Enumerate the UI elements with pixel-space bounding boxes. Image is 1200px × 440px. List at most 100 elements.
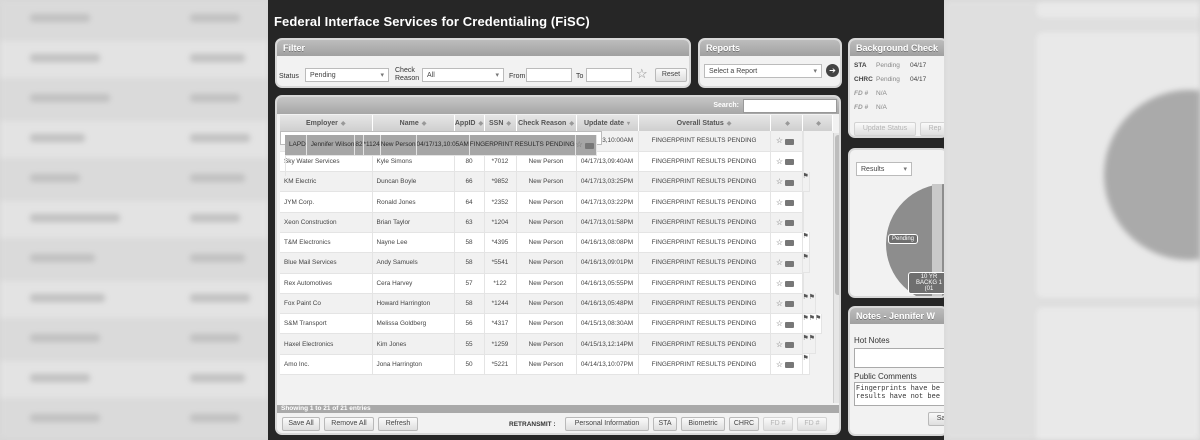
status-select[interactable]: Pending ▾ [305,68,389,82]
flag-icon[interactable]: ⚑⚑⚑ [802,313,823,334]
id-card-icon[interactable] [785,220,795,227]
results-select[interactable]: Results ▾ [856,162,912,176]
hot-notes-input[interactable] [854,348,944,368]
cell-appid: 56 [454,313,485,335]
col-ssn[interactable]: SSN ◆ [484,115,517,131]
id-card-icon[interactable] [785,138,795,145]
filter-panel: Filter Status Pending ▾ Check Reason All… [275,38,691,88]
report-select[interactable]: Select a Report ▾ [704,64,822,78]
table-row[interactable]: Haxel Electronics Kim Jones 55 *1259 New Per… [280,333,832,355]
table-row[interactable]: T&M Electronics Nayne Lee 58 *4395 New Perso… [280,232,832,254]
flag-icon[interactable] [802,191,804,213]
col-update-date[interactable]: Update date ▾ [576,115,639,131]
cell-name: Cera Harvey [372,273,455,294]
favorite-star-icon[interactable]: ☆ [776,319,783,328]
favorite-star-icon[interactable]: ☆ [776,218,783,227]
table-row[interactable]: Blue Mail Services Andy Samuels 58 *5541 New… [280,252,832,274]
id-card-icon[interactable] [785,321,795,328]
favorite-star-icon[interactable]: ☆ [776,340,783,349]
refresh-button[interactable]: Refresh [378,417,418,431]
flag-icon[interactable] [802,131,804,152]
id-card-icon[interactable] [785,301,795,308]
cell-update-date: 04/16/13,05:48PM [576,293,639,315]
public-comments-text: Fingerprints have be results have not be… [856,385,941,401]
col-actions[interactable]: ◆ [770,115,803,131]
cell-name: Kim Jones [372,333,455,355]
cell-appid: 63 [454,212,485,233]
cell-update-date: 04/17/13,10:05AM [416,135,470,156]
fd2-button[interactable]: FD # [797,417,827,431]
fd1-button[interactable]: FD # [763,417,793,431]
id-card-icon[interactable] [785,240,795,247]
favorite-star-icon[interactable]: ☆ [776,279,783,288]
biometric-button[interactable]: Biometric [681,417,725,431]
cell-check-reason: New Person [516,232,577,254]
favorite-star-icon[interactable]: ☆ [776,258,783,267]
col-overall-status[interactable]: Overall Status ◆ [638,115,771,131]
table-row[interactable]: LAPD Jennifer Wilson 82 *1124 New Person 04/1… [280,131,602,177]
cell-employer: T&M Electronics [280,232,373,254]
table-row[interactable]: Amo Inc. Jona Harrington 50 *5221 New Person… [280,354,832,376]
flag-icon[interactable]: ⚑⚑ [802,333,817,355]
go-arrow-icon[interactable]: ➔ [826,64,839,77]
cell-check-reason: New Person [516,313,577,335]
id-card-icon[interactable] [785,260,795,267]
flag-icon[interactable] [285,155,286,177]
cell-update-date: 04/17/13,01:58PM [576,212,639,233]
table-row[interactable]: Rex Automotives Cera Harvey 57 *122 New Pers… [280,273,832,294]
favorite-star-icon[interactable]: ☆ [776,238,783,247]
flag-icon[interactable]: ⚑ [802,252,810,274]
flag-icon[interactable]: ⚑ [802,171,810,192]
bc-row-fd1: FD # N/A [854,90,887,97]
notes-save-button[interactable]: Sa [928,412,944,426]
flag-icon[interactable]: ⚑⚑ [802,293,817,314]
star-icon[interactable]: ☆ [636,66,648,82]
favorite-star-icon[interactable]: ☆ [776,299,783,308]
search-input[interactable] [743,99,837,113]
to-date-input[interactable] [586,68,632,82]
repeat-button[interactable]: Rep [920,122,944,136]
flag-icon[interactable]: ⚑ [802,354,810,375]
table-row[interactable]: JYM Corp. Ronald Jones 64 *2352 New Person 04… [280,191,832,213]
flag-icon[interactable] [802,151,804,172]
flag-icon[interactable] [802,212,804,233]
col-appid[interactable]: AppID ◆ [454,115,485,131]
update-status-button[interactable]: Update Status [854,122,916,136]
favorite-star-icon[interactable]: ☆ [576,140,583,149]
id-card-icon[interactable] [785,341,795,348]
cell-overall-status: FINGERPRINT RESULTS PENDING [638,151,771,173]
favorite-star-icon[interactable]: ☆ [776,360,783,369]
status-select-value: Pending [310,72,336,79]
scrollbar-thumb[interactable] [835,135,839,295]
favorite-star-icon[interactable]: ☆ [776,198,783,207]
check-reason-select[interactable]: All ▾ [422,68,504,82]
sta-button[interactable]: STA [653,417,677,431]
col-name[interactable]: Name ◆ [372,115,455,131]
id-card-icon[interactable] [785,362,795,369]
cell-check-reason: New Person [516,212,577,233]
id-card-icon[interactable] [584,142,594,149]
flag-icon[interactable] [802,273,804,294]
reset-button[interactable]: Reset [655,68,687,82]
col-check-reason[interactable]: Check Reason ◆ [516,115,577,131]
save-all-button[interactable]: Save All [282,417,320,431]
id-card-icon[interactable] [785,199,795,206]
favorite-star-icon[interactable]: ☆ [776,177,783,186]
col-employer[interactable]: Employer ◆ [280,115,373,131]
chrc-button[interactable]: CHRC [729,417,759,431]
favorite-star-icon[interactable]: ☆ [776,136,783,145]
cell-update-date: 04/15/13,12:14PM [576,333,639,355]
table-row[interactable]: S&M Transport Melissa Goldberg 56 *4317 New … [280,313,832,335]
personal-information-button[interactable]: Personal Information [565,417,649,431]
id-card-icon[interactable] [785,281,795,288]
from-date-input[interactable] [526,68,572,82]
flag-icon[interactable]: ⚑ [802,232,810,253]
id-card-icon[interactable] [785,179,795,186]
table-row[interactable]: Fox Paint Co Howard Harrington 58 *1244 New … [280,293,832,315]
id-card-icon[interactable] [785,159,795,166]
table-row[interactable]: Xeon Construction Brian Taylor 63 *1204 New … [280,212,832,233]
remove-all-button[interactable]: Remove All [324,417,374,431]
table-scrollbar[interactable] [833,133,839,403]
col-flags[interactable]: ◆ [802,115,833,131]
favorite-star-icon[interactable]: ☆ [776,157,783,166]
